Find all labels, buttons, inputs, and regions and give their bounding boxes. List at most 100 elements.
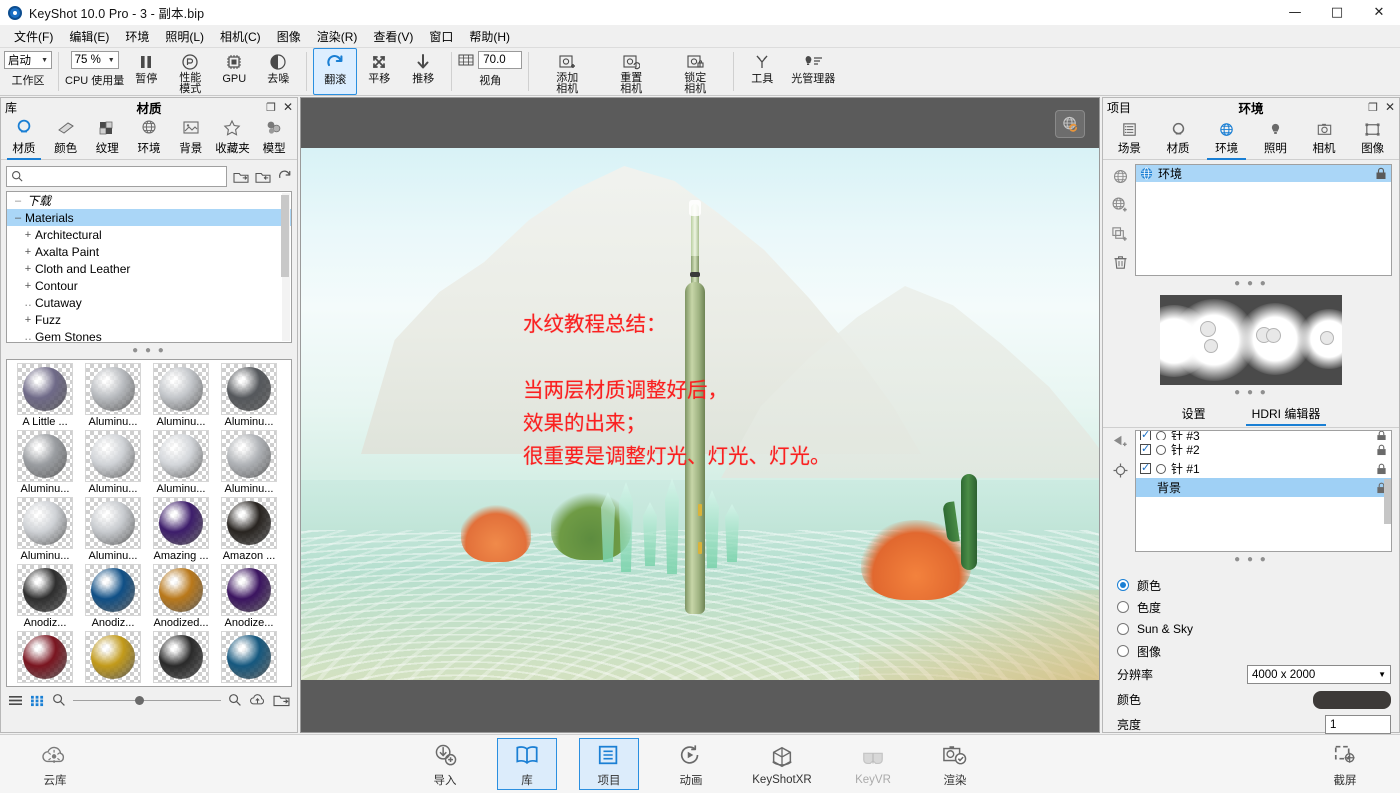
tree-toggle[interactable]: + [21,229,35,241]
material-grid-item[interactable]: Aluminu... [149,363,213,428]
tree-item-fuzz[interactable]: + Fuzz [7,311,291,328]
project-tab-image[interactable]: 图像 [1348,120,1397,159]
material-thumbnail[interactable] [17,631,73,683]
cpu-usage-selector[interactable]: 75 % ▼ CPU 使用量 [65,48,124,95]
project-tab-scene[interactable]: 场景 [1105,120,1154,159]
resolution-select[interactable]: 4000 x 2000 ▼ [1247,665,1391,684]
hdri-pin[interactable] [1204,339,1218,353]
material-thumbnail[interactable] [85,363,141,415]
material-thumbnail[interactable] [153,564,209,616]
project-tab-environment[interactable]: 环境 [1202,120,1251,160]
performance-mode-button[interactable]: 性能 模式 [168,48,212,95]
library-tab-colors[interactable]: 颜色 [45,118,87,159]
layer-radio[interactable] [1156,431,1166,440]
gpu-button[interactable]: GPU [212,48,256,95]
tree-scroll-thumb[interactable] [281,195,289,277]
library-tab-environments[interactable]: 环境 [128,118,170,159]
tumble-button[interactable]: 翻滚 [313,48,358,95]
close-button[interactable]: ✕ [1358,0,1400,26]
light-manager-button[interactable]: 光管理器 [784,48,842,95]
add-camera-button[interactable]: 添加 相机 [535,48,599,95]
tree-item-downloads[interactable]: – 下载 [7,192,291,209]
hdri-pin[interactable] [1200,321,1216,337]
hdri-layer-item[interactable]: 针 #2 [1136,440,1391,459]
tree-toggle[interactable]: – [11,195,25,207]
denoise-button[interactable]: 去噪 [256,48,300,95]
fov-input[interactable]: 70.0 [478,51,523,69]
option-color[interactable]: 颜色 [1117,574,1399,596]
list-view-icon[interactable] [8,694,23,707]
trash-icon[interactable] [1112,254,1129,271]
dock-keyshotxr-button[interactable]: KeyShotXR [743,738,821,790]
pause-button[interactable]: 暂停 [124,48,168,95]
material-thumbnail[interactable] [85,430,141,482]
menu-image[interactable]: 图像 [269,26,309,47]
tree-toggle[interactable]: + [21,280,35,292]
layer-checkbox[interactable] [1140,461,1151,474]
environment-splitter[interactable]: ● ● ● [1103,276,1399,292]
library-tab-materials[interactable]: 材质 [3,118,45,160]
menu-help[interactable]: 帮助(H) [461,26,518,47]
library-search-input[interactable] [28,170,222,183]
cloud-upload-icon[interactable] [249,693,266,707]
material-grid-container[interactable]: A Little ... Aluminu... Aluminu... Aluminu.… [6,359,292,687]
zoom-out-icon[interactable] [52,693,66,707]
hdri-layer-item-clipped[interactable]: 针 #3 [1136,431,1391,440]
material-thumbnail[interactable] [153,497,209,549]
library-splitter-top[interactable]: ● ● ● [1,343,297,359]
tree-item-cutaway[interactable]: ‥ Cutaway [7,294,291,311]
project-tab-lighting[interactable]: 照明 [1251,120,1300,159]
tree-toggle[interactable]: – [11,212,25,224]
project-tab-camera[interactable]: 相机 [1300,120,1349,159]
menu-edit[interactable]: 编辑(E) [61,26,117,47]
material-thumbnail[interactable] [221,430,277,482]
material-thumbnail[interactable] [17,564,73,616]
sub-tab-hdri-editor[interactable]: HDRI 编辑器 [1245,403,1327,426]
material-grid-item[interactable]: Amazing ... [149,497,213,562]
menu-view[interactable]: 查看(V) [365,26,421,47]
library-tab-models[interactable]: 模型 [253,118,295,159]
tree-item-axalta-paint[interactable]: + Axalta Paint [7,243,291,260]
material-grid-item[interactable] [217,631,281,684]
lock-icon[interactable] [1376,431,1387,440]
hdri-pin[interactable] [1266,328,1281,343]
globe-add-icon[interactable] [1111,196,1129,214]
library-tab-backgrounds[interactable]: 背景 [170,118,212,159]
material-grid-item[interactable]: Amazon ... [217,497,281,562]
material-thumbnail[interactable] [17,430,73,482]
layer-scrollbar-thumb[interactable] [1384,479,1391,524]
copy-add-icon[interactable] [1111,225,1129,243]
lock-icon[interactable] [1375,167,1387,180]
material-grid-item[interactable]: Anodiz... [13,564,77,629]
material-thumbnail[interactable] [221,564,277,616]
lock-icon[interactable] [1376,444,1387,456]
environment-list[interactable]: 环境 [1135,164,1392,276]
material-grid-item[interactable] [13,631,77,684]
environment-list-item[interactable]: 环境 [1136,165,1391,182]
thumbnail-size-slider[interactable] [73,693,221,707]
material-thumbnail[interactable] [153,363,209,415]
material-grid-item[interactable]: Anodize... [217,564,281,629]
option-sun-sky[interactable]: Sun & Sky [1117,618,1399,640]
material-grid-item[interactable]: Aluminu... [81,430,145,495]
pin-add-icon[interactable] [1112,432,1129,449]
menu-file[interactable]: 文件(F) [6,26,61,47]
tree-item-architectural[interactable]: + Architectural [7,226,291,243]
option-chroma[interactable]: 色度 [1117,596,1399,618]
hdri-pin[interactable] [1320,331,1334,345]
project-undock-icon[interactable]: ❐ [1368,101,1378,114]
radio-button[interactable] [1117,645,1129,657]
material-grid-item[interactable]: Anodized... [149,564,213,629]
workspace-selector[interactable]: 启动 ▼ 工作区 [4,48,52,95]
tree-item-cloth-and-leather[interactable]: + Cloth and Leather [7,260,291,277]
hdri-splitter[interactable]: ● ● ● [1103,385,1399,401]
viewport-hdri-button[interactable] [1055,110,1085,138]
hdri-layer-item-background[interactable]: 背景 [1136,478,1391,497]
folder-open-icon[interactable] [273,693,290,707]
library-tab-favorites[interactable]: 收藏夹 [212,118,254,159]
cloud-library-button[interactable]: 云库 [25,738,85,790]
library-dock-label[interactable]: 库 [5,99,17,116]
project-close-icon[interactable]: ✕ [1385,100,1395,114]
material-grid-item[interactable]: Anodiz... [81,564,145,629]
material-thumbnail[interactable] [17,497,73,549]
